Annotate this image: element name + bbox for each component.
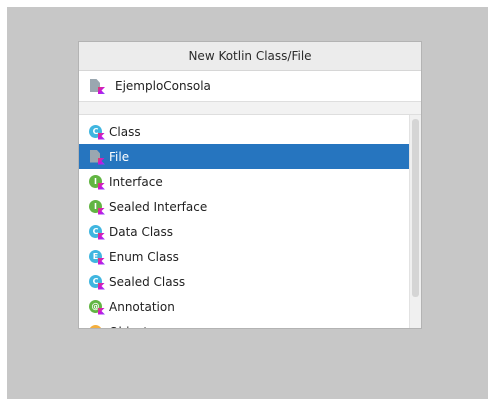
kotlin-interface-icon: I [89,174,105,190]
kind-item-file[interactable]: File [79,144,421,169]
kind-item-object[interactable]: O Object [79,319,421,329]
kind-list[interactable]: C Class File I Interface I Sealed Interface C Da… [79,115,421,329]
kind-item-label: Enum Class [109,249,179,264]
kind-item-label: Object [109,325,148,329]
dialog-title-bar[interactable]: New Kotlin Class/File [79,42,421,71]
scrollbar-thumb[interactable] [412,119,419,297]
name-field-row [79,71,421,101]
kind-item-label: Sealed Interface [109,199,208,214]
kind-list-container: C Class File I Interface I Sealed Interface C Da… [79,115,421,329]
kind-item-label: File [109,149,130,164]
kotlin-annotation-icon: @ [89,299,105,315]
kotlin-file-icon [89,79,105,94]
kind-item-data-class[interactable]: C Data Class [79,219,421,244]
new-kotlin-file-dialog: New Kotlin Class/File C Class File I Interfa… [78,41,422,329]
kind-item-sealed-interface[interactable]: I Sealed Interface [79,194,421,219]
kotlin-data-class-icon: C [89,224,105,240]
kotlin-file-icon [89,149,105,165]
kind-list-scrollbar[interactable] [409,115,421,328]
kotlin-sealed-class-icon: C [89,274,105,290]
separator [79,101,421,115]
kind-item-label: Class [109,124,141,139]
kind-item-label: Interface [109,174,163,189]
dialog-title: New Kotlin Class/File [188,49,312,63]
kind-item-sealed-class[interactable]: C Sealed Class [79,269,421,294]
kotlin-enum-class-icon: E [89,249,105,265]
kotlin-class-icon: C [89,124,105,140]
kind-item-label: Sealed Class [109,274,186,289]
file-name-input[interactable] [115,77,395,95]
kotlin-object-icon: O [89,324,103,328]
kind-item-interface[interactable]: I Interface [79,169,421,194]
kind-item-annotation[interactable]: @ Annotation [79,294,421,319]
kind-item-enum-class[interactable]: E Enum Class [79,244,421,269]
kind-item-label: Data Class [109,224,174,239]
kotlin-sealed-interface-icon: I [89,199,105,215]
kind-item-class[interactable]: C Class [79,119,421,144]
kind-item-label: Annotation [109,299,175,314]
